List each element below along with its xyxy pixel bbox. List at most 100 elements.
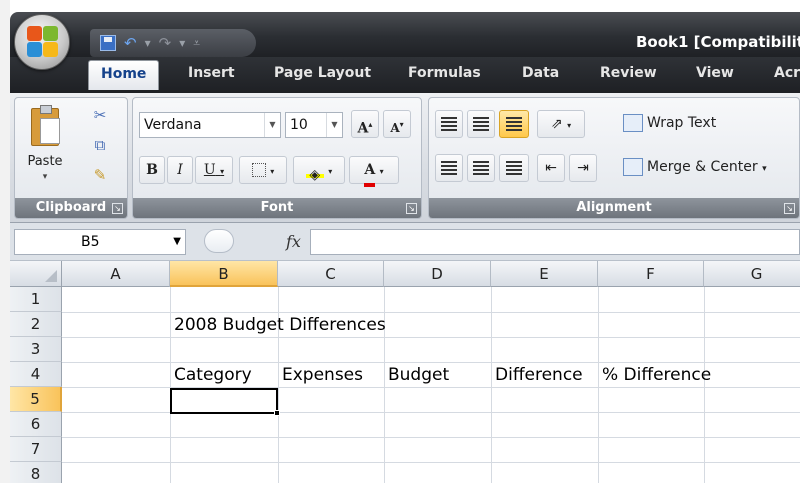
align-left-button[interactable] xyxy=(435,154,463,182)
chevron-down-icon[interactable]: ▾ xyxy=(220,167,224,176)
undo-icon[interactable]: ↶ xyxy=(124,35,137,51)
window-title: Book1 [Compatibilit xyxy=(636,33,800,51)
grow-font-button[interactable]: A▴ xyxy=(351,110,379,138)
row-header-4[interactable]: 4 xyxy=(10,362,62,387)
wrap-text-button[interactable]: Wrap Text xyxy=(623,114,716,132)
alignment-launcher-icon[interactable]: ↘ xyxy=(784,203,795,214)
align-right-icon xyxy=(506,161,522,175)
row-header-3[interactable]: 3 xyxy=(10,337,62,362)
italic-button[interactable]: I xyxy=(167,156,193,184)
office-button[interactable] xyxy=(14,14,70,70)
chevron-down-icon[interactable]: ▾ xyxy=(380,167,384,176)
cell-f4[interactable]: % Difference xyxy=(598,363,711,388)
redo-icon[interactable]: ↷ xyxy=(159,35,172,51)
middle-align-button[interactable] xyxy=(467,110,495,138)
alignment-group-label: Alignment xyxy=(429,198,799,218)
fill-bucket-icon: ◈ xyxy=(305,162,324,183)
row-header-5[interactable]: 5 xyxy=(10,387,62,412)
active-cell-b5[interactable] xyxy=(170,388,278,414)
name-box[interactable]: B5 ▼ xyxy=(14,229,186,255)
top-align-button[interactable] xyxy=(435,110,463,138)
increase-indent-icon: ⇥ xyxy=(577,160,589,176)
cut-icon[interactable]: ✂ xyxy=(89,104,111,126)
tab-insert[interactable]: Insert xyxy=(188,65,235,81)
increase-indent-button[interactable]: ⇥ xyxy=(569,154,597,182)
tab-acrobat[interactable]: Acr xyxy=(774,65,800,81)
tab-page-layout[interactable]: Page Layout xyxy=(274,65,371,81)
fill-handle[interactable] xyxy=(274,410,280,416)
row-header-7[interactable]: 7 xyxy=(10,437,62,462)
redo-dropdown-icon[interactable]: ▾ xyxy=(179,36,185,50)
tab-view[interactable]: View xyxy=(696,65,734,81)
align-center-button[interactable] xyxy=(467,154,495,182)
bold-button[interactable]: B xyxy=(139,156,165,184)
font-group: Verdana ▼ 10 ▼ A▴ A▾ B I U ▾ ▾ ◈ ▾ A ▾ F… xyxy=(132,97,422,219)
save-icon[interactable] xyxy=(100,35,116,51)
cell-e4[interactable]: Difference xyxy=(491,363,583,388)
copy-icon[interactable]: ⧉ xyxy=(89,134,111,156)
column-header-f[interactable]: F xyxy=(598,261,704,287)
tab-formulas[interactable]: Formulas xyxy=(408,65,481,81)
ribbon-tabs: Home Insert Page Layout Formulas Data Re… xyxy=(10,57,800,93)
chevron-down-icon[interactable]: ▾ xyxy=(567,121,571,130)
paste-label: Paste xyxy=(27,154,63,169)
formula-bar: B5 ▼ fx xyxy=(10,223,800,261)
paste-button[interactable]: Paste ▾ xyxy=(23,104,67,190)
formula-bar-expand-icon[interactable] xyxy=(204,229,234,253)
select-all-button[interactable] xyxy=(10,261,62,287)
bottom-align-button[interactable] xyxy=(499,110,529,138)
tab-data[interactable]: Data xyxy=(522,65,559,81)
column-header-e[interactable]: E xyxy=(491,261,598,287)
chevron-down-icon[interactable]: ▾ xyxy=(328,167,332,176)
row-header-2[interactable]: 2 xyxy=(10,312,62,337)
column-header-c[interactable]: C xyxy=(278,261,384,287)
borders-button[interactable]: ▾ xyxy=(239,156,287,184)
row-header-1[interactable]: 1 xyxy=(10,287,62,312)
column-header-d[interactable]: D xyxy=(384,261,491,287)
paste-dropdown-icon[interactable]: ▾ xyxy=(23,172,67,182)
shrink-font-button[interactable]: A▾ xyxy=(383,110,411,138)
undo-dropdown-icon[interactable]: ▾ xyxy=(145,36,151,50)
ribbon: Paste ▾ ✂ ⧉ ✎ Clipboard ↘ Verdana ▼ 10 ▼… xyxy=(10,93,800,223)
name-box-value: B5 xyxy=(81,234,100,250)
row-header-8[interactable]: 8 xyxy=(10,462,62,483)
decrease-indent-button[interactable]: ⇤ xyxy=(537,154,565,182)
column-header-a[interactable]: A xyxy=(62,261,170,287)
fill-color-button[interactable]: ◈ ▾ xyxy=(293,156,345,184)
orientation-button[interactable]: ⇗ ▾ xyxy=(537,110,585,138)
font-size-combo[interactable]: 10 ▼ xyxy=(285,112,343,138)
merge-center-button[interactable]: Merge & Center ▾ xyxy=(623,158,767,176)
chevron-down-icon[interactable]: ▼ xyxy=(264,113,280,137)
chevron-down-icon[interactable]: ▼ xyxy=(326,113,342,137)
chevron-down-icon[interactable]: ▾ xyxy=(762,164,767,174)
font-color-button[interactable]: A ▾ xyxy=(349,156,399,187)
customize-qat-icon[interactable]: ⩡ xyxy=(193,36,200,51)
worksheet-grid: A B C D E F G 1 2 3 4 5 6 7 8 2008 Budge… xyxy=(10,261,800,483)
cell-b4[interactable]: Category xyxy=(170,363,252,388)
column-header-b[interactable]: B xyxy=(170,261,278,287)
align-right-button[interactable] xyxy=(499,154,529,182)
insert-function-button[interactable]: fx xyxy=(286,232,301,251)
decrease-indent-icon: ⇤ xyxy=(545,160,557,176)
row-header-6[interactable]: 6 xyxy=(10,412,62,437)
font-name-value: Verdana xyxy=(144,117,202,133)
clipboard-group: Paste ▾ ✂ ⧉ ✎ Clipboard ↘ xyxy=(14,97,128,219)
alignment-group: ⇗ ▾ Wrap Text ⇤ ⇥ Merge & Center ▾ Align… xyxy=(428,97,800,219)
column-header-g[interactable]: G xyxy=(704,261,800,287)
underline-button[interactable]: U ▾ xyxy=(195,156,233,184)
cell-b2[interactable]: 2008 Budget Differences xyxy=(170,313,386,338)
tab-review[interactable]: Review xyxy=(600,65,657,81)
cell-c4[interactable]: Expenses xyxy=(278,363,363,388)
clipboard-launcher-icon[interactable]: ↘ xyxy=(112,203,123,214)
chevron-down-icon[interactable]: ▼ xyxy=(173,230,181,254)
format-painter-icon[interactable]: ✎ xyxy=(89,164,111,186)
cell-d4[interactable]: Budget xyxy=(384,363,449,388)
font-name-combo[interactable]: Verdana ▼ xyxy=(139,112,281,138)
formula-input[interactable] xyxy=(310,229,800,255)
orientation-icon: ⇗ xyxy=(550,116,563,132)
wrap-text-icon xyxy=(623,114,643,132)
chevron-down-icon[interactable]: ▾ xyxy=(270,167,274,176)
tab-home[interactable]: Home xyxy=(88,60,160,90)
middle-align-icon xyxy=(473,117,489,131)
font-launcher-icon[interactable]: ↘ xyxy=(406,203,417,214)
